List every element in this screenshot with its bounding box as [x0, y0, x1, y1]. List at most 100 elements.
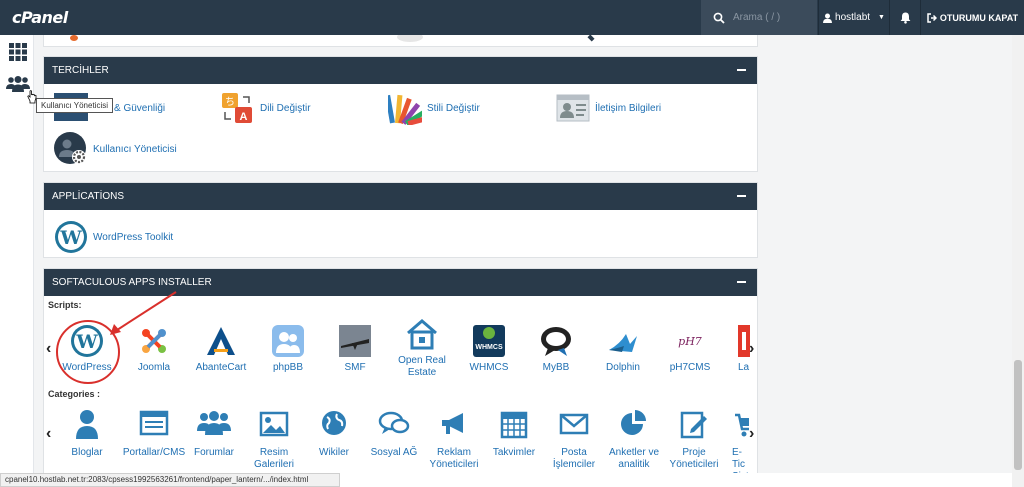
- category-label: Proje Yöneticileri: [669, 447, 719, 470]
- grid-icon: [9, 43, 27, 61]
- abantecart-icon: [204, 324, 238, 358]
- script-label: Joomla: [137, 362, 171, 373]
- category-label: Reklam Yöneticileri: [429, 447, 479, 470]
- tool-label: Stili Değiştir: [427, 102, 480, 114]
- pie-chart-icon: [617, 409, 651, 443]
- open-real-estate-icon: [405, 317, 439, 351]
- cpanel-logo[interactable]: cPanel: [12, 8, 68, 27]
- script-abantecart[interactable]: AbanteCart: [188, 324, 254, 374]
- script-ph7cms[interactable]: pH7 pH7CMS: [657, 324, 723, 374]
- chevron-down-icon: ▼: [878, 14, 885, 21]
- category-wikis[interactable]: Wikiler: [301, 409, 367, 459]
- carousel-prev-icon[interactable]: ‹: [46, 425, 51, 443]
- status-bar-url: cpanel10.hostlab.net.tr:2083/cpsess19925…: [0, 473, 340, 487]
- preferences-panel-header[interactable]: TERCİHLER: [44, 57, 757, 84]
- smf-icon: [338, 324, 372, 358]
- category-calendars[interactable]: Takvimler: [481, 409, 547, 459]
- category-portals-cms[interactable]: Portallar/CMS: [121, 409, 187, 459]
- vertical-scrollbar[interactable]: [1012, 35, 1024, 487]
- category-label: Resim Galerileri: [253, 447, 294, 470]
- forum-users-icon: [197, 409, 231, 443]
- script-laravel[interactable]: La: [720, 324, 750, 374]
- scripts-label: Scripts:: [48, 300, 82, 310]
- script-label: Open Real Estate: [398, 355, 446, 378]
- script-label: phpBB: [272, 362, 304, 373]
- category-polls-analytics[interactable]: Anketler ve analitik: [601, 409, 667, 471]
- hand-cursor-icon: [27, 90, 37, 104]
- script-dolphin[interactable]: Dolphin: [590, 324, 656, 374]
- panel-title: APPLİCATİONS: [52, 191, 125, 202]
- script-label: WHMCS: [469, 362, 509, 373]
- tool-change-language[interactable]: ち A Dili Değiştir: [221, 91, 311, 125]
- tool-label: WordPress Toolkit: [93, 231, 174, 243]
- search-box[interactable]: [701, 0, 817, 35]
- category-label: Anketler ve analitik: [608, 447, 660, 470]
- svg-text:W: W: [59, 227, 82, 249]
- collapse-icon[interactable]: [737, 190, 747, 202]
- category-label: Forumlar: [193, 447, 234, 458]
- language-icon: ち A: [221, 91, 255, 125]
- megaphone-icon: [437, 409, 471, 443]
- user-menu[interactable]: hostlabt ▼: [818, 0, 889, 35]
- category-mail-processors[interactable]: Posta İşlemciler: [541, 409, 607, 471]
- collapse-icon[interactable]: [737, 276, 747, 288]
- logout-button[interactable]: OTURUMU KAPAT: [920, 0, 1024, 35]
- scrollbar-thumb[interactable]: [1014, 360, 1022, 470]
- notifications-button[interactable]: [889, 0, 920, 35]
- script-label: Dolphin: [606, 362, 640, 373]
- category-project-managers[interactable]: Proje Yöneticileri: [661, 409, 727, 471]
- category-social-network[interactable]: Sosyal AĞ: [361, 409, 427, 459]
- svg-text:ち: ち: [225, 96, 235, 108]
- category-label: Bloglar: [71, 447, 103, 458]
- categories-label: Categories :: [48, 389, 101, 399]
- carousel-next-icon[interactable]: ›: [749, 425, 754, 443]
- decorative-icon: [587, 35, 595, 42]
- previous-panel-bottom: [43, 35, 758, 47]
- whmcs-icon: WHMCS: [472, 324, 506, 358]
- ph7cms-icon: pH7: [673, 324, 707, 358]
- sidebar-home-button[interactable]: [7, 41, 29, 63]
- category-forums[interactable]: Forumlar: [181, 409, 247, 459]
- carousel-prev-icon[interactable]: ‹: [46, 340, 51, 358]
- image-gallery-icon: [257, 409, 291, 443]
- tool-contact-info[interactable]: İletişim Bilgileri: [556, 91, 661, 125]
- tool-wordpress-toolkit[interactable]: W WordPress Toolkit: [54, 220, 173, 254]
- script-label: La: [738, 362, 750, 373]
- contact-card-icon: [556, 91, 590, 125]
- svg-text:WHMCS: WHMCS: [475, 344, 503, 351]
- script-whmcs[interactable]: WHMCS WHMCS: [456, 324, 522, 374]
- category-label: Wikiler: [319, 447, 349, 458]
- category-ecommerce[interactable]: E-Tic Sister: [721, 409, 749, 473]
- category-blogs[interactable]: Bloglar: [54, 409, 120, 459]
- main-content: TERCİHLER & Güvenliği ち A Dili Değiştir: [34, 35, 1012, 473]
- chat-bubbles-icon: [377, 409, 411, 443]
- panel-title: TERCİHLER: [52, 65, 109, 76]
- script-mybb[interactable]: MyBB: [523, 324, 589, 374]
- user-manager-tooltip: Kullanıcı Yöneticisi: [36, 98, 113, 113]
- script-open-real-estate[interactable]: Open Real Estate: [389, 317, 455, 379]
- script-label: AbanteCart: [195, 362, 247, 373]
- script-phpbb[interactable]: phpBB: [255, 324, 321, 374]
- category-label: Sosyal AĞ: [370, 447, 418, 458]
- shopping-cart-icon: [735, 409, 749, 443]
- phpbb-icon: [271, 324, 305, 358]
- calendar-icon: [497, 409, 531, 443]
- collapse-icon[interactable]: [737, 64, 747, 76]
- applications-panel: APPLİCATİONS W WordPress Toolkit: [43, 182, 758, 258]
- search-input[interactable]: [733, 12, 813, 23]
- tool-user-manager[interactable]: Kullanıcı Yöneticisi: [54, 132, 177, 166]
- category-label: E-Tic Sister: [732, 447, 749, 473]
- decorative-icon: [397, 35, 423, 42]
- applications-panel-header[interactable]: APPLİCATİONS: [44, 183, 757, 210]
- script-smf[interactable]: SMF: [322, 324, 388, 374]
- category-image-galleries[interactable]: Resim Galerileri: [241, 409, 307, 471]
- tool-label: Kullanıcı Yöneticisi: [93, 143, 177, 155]
- category-ad-managers[interactable]: Reklam Yöneticileri: [421, 409, 487, 471]
- edit-document-icon: [677, 409, 711, 443]
- bell-icon: [900, 12, 910, 24]
- envelope-icon: [557, 409, 591, 443]
- tool-change-style[interactable]: Stili Değiştir: [385, 91, 480, 126]
- category-label: Takvimler: [492, 447, 536, 458]
- mybb-icon: [539, 324, 573, 358]
- blog-user-icon: [70, 409, 104, 443]
